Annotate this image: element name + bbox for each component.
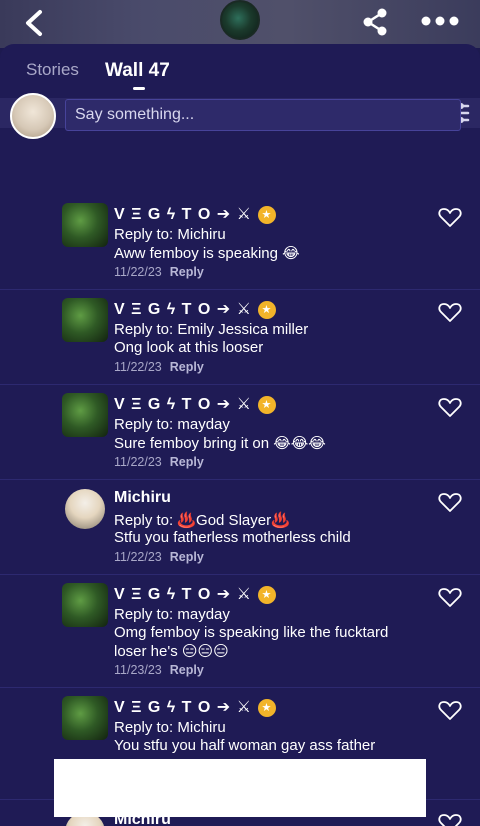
reply-button[interactable]: Reply [170,455,204,469]
commenter-avatar[interactable] [62,583,108,627]
reply-to-label: Reply to: ♨️God Slayer♨️ [114,512,290,529]
commenter-name[interactable]: V Ξ G ϟ T O ➔ ⚔ ★ [114,697,276,717]
reply-to-label: Reply to: mayday [114,416,230,433]
comment-text: Aww femboy is speaking 😂 [114,245,300,262]
heart-icon[interactable] [438,586,462,608]
comment-text: Ong look at this looser [114,339,264,356]
heart-icon[interactable] [438,301,462,323]
heart-icon[interactable] [438,206,462,228]
commenter-avatar[interactable] [62,696,108,740]
comment-text: Sure femboy bring it on 😂😂😂 [114,435,326,452]
active-tab-indicator [133,87,145,90]
comment-input[interactable]: Say something... [65,99,461,131]
comment-date: 11/23/23 [114,663,162,677]
level-badge-icon: ★ [257,699,276,717]
heart-icon[interactable] [438,699,462,721]
reply-button[interactable]: Reply [170,265,204,279]
comment-item: V Ξ G ϟ T O ➔ ⚔ ★ Reply to: mayday Sure f… [0,385,480,480]
reply-button[interactable]: Reply [170,550,204,564]
commenter-name[interactable]: V Ξ G ϟ T O ➔ ⚔ ★ [114,204,276,224]
tab-wall[interactable]: Wall 47 [105,60,170,82]
community-avatar[interactable] [220,0,260,40]
heart-icon[interactable] [438,396,462,418]
commenter-avatar[interactable] [62,298,108,342]
comment-meta: 11/22/23 Reply [114,360,204,374]
comment-meta: 11/22/23 Reply [114,550,204,564]
comment-meta: 11/23/23 Reply [114,663,204,677]
chevron-left-icon[interactable] [20,8,48,38]
reply-to-label: Reply to: Michiru [114,719,226,736]
user-avatar[interactable] [10,93,56,139]
comment-text: Omg femboy is speaking like the fucktard [114,624,389,641]
comment-meta: 11/22/23 Reply [114,265,204,279]
tab-stories[interactable]: Stories [26,60,79,80]
comment-text-line2: loser he's 😑😑😑 [114,643,229,660]
commenter-avatar[interactable] [65,489,105,529]
reply-button[interactable]: Reply [170,663,204,677]
comment-text: Stfu you fatherless motherless child [114,529,351,546]
reply-to-label: Reply to: Emily Jessica miller [114,321,309,338]
comment-date: 11/22/23 [114,455,162,469]
commenter-avatar[interactable] [62,393,108,437]
reply-button[interactable]: Reply [170,360,204,374]
level-badge-icon: ★ [257,301,276,319]
reply-to-label: Reply to: mayday [114,606,230,623]
level-badge-icon: ★ [257,396,276,414]
comment-date: 11/22/23 [114,360,162,374]
heart-icon[interactable] [438,812,462,826]
level-badge-icon: ★ [257,586,276,604]
comment-date: 11/22/23 [114,550,162,564]
comment-meta: 11/22/23 Reply [114,455,204,469]
commenter-name[interactable]: V Ξ G ϟ T O ➔ ⚔ ★ [114,394,276,414]
comment-item: V Ξ G ϟ T O ➔ ⚔ ★ Reply to: Emily Jessica… [0,290,480,385]
comment-text: You stfu you half woman gay ass father [114,737,376,754]
commenter-avatar[interactable] [62,203,108,247]
heart-icon[interactable] [438,491,462,513]
more-dots-icon[interactable] [420,12,460,30]
share-icon[interactable] [362,8,388,36]
comment-item: Michiru Reply to: ♨️God Slayer♨️ Stfu yo… [0,480,480,575]
comment-item: V Ξ G ϟ T O ➔ ⚔ ★ Reply to: Michiru Aww f… [0,195,480,290]
comment-item: V Ξ G ϟ T O ➔ ⚔ ★ Reply to: mayday Omg fe… [0,575,480,688]
commenter-name[interactable]: V Ξ G ϟ T O ➔ ⚔ ★ [114,584,276,604]
comment-date: 11/22/23 [114,265,162,279]
commenter-name[interactable]: V Ξ G ϟ T O ➔ ⚔ ★ [114,299,276,319]
level-badge-icon: ★ [257,206,276,224]
redaction-box [54,759,426,817]
reply-to-label: Reply to: Michiru [114,226,226,243]
commenter-name[interactable]: Michiru [114,489,171,507]
